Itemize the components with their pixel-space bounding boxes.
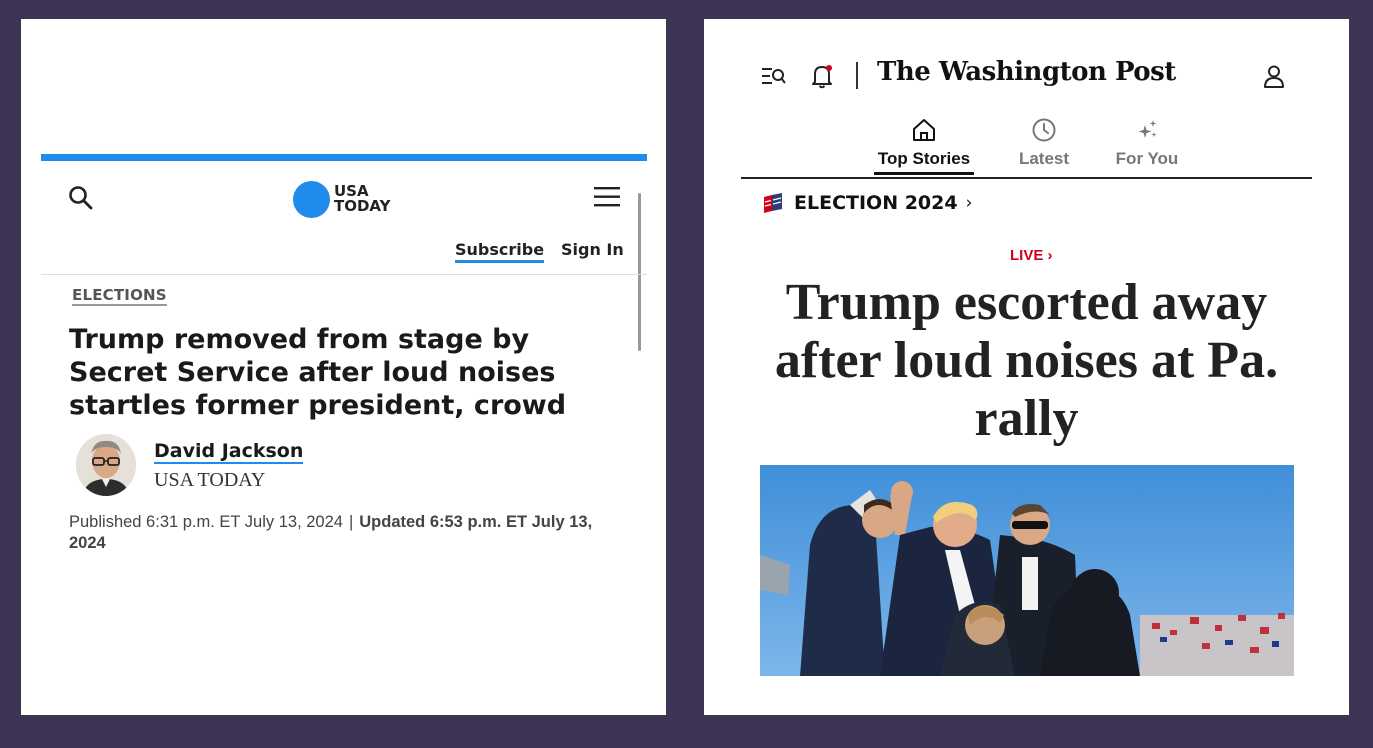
tab-for-you[interactable]: For You (1109, 117, 1185, 169)
search-icon[interactable] (68, 185, 94, 211)
logo-text-line2: TODAY (334, 197, 391, 215)
header-separator (856, 62, 858, 89)
sign-in-link[interactable]: Sign In (561, 240, 624, 259)
date-separator: | (348, 513, 354, 531)
live-badge[interactable]: LIVE › (1010, 247, 1053, 264)
tab-top-stories[interactable]: Top Stories (874, 117, 974, 175)
sparkle-icon (1138, 120, 1157, 138)
washington-post-logo[interactable]: The Washington Post (877, 57, 1176, 87)
user-icon[interactable] (1262, 64, 1286, 88)
section-label: ELECTION 2024 (794, 192, 958, 214)
top-accent-bar (41, 154, 647, 161)
tab-latest[interactable]: Latest (1009, 117, 1079, 169)
tabs-divider (741, 177, 1312, 179)
scrollbar[interactable] (638, 193, 641, 351)
tab-label: Top Stories (877, 149, 971, 168)
published-date: Published 6:31 p.m. ET July 13, 2024 (69, 513, 343, 531)
section-label[interactable]: ELECTIONS (72, 287, 167, 306)
active-tab-indicator (874, 172, 974, 175)
author-avatar[interactable] (76, 434, 136, 496)
hamburger-menu-icon[interactable] (594, 186, 620, 208)
bell-icon[interactable] (810, 63, 834, 89)
usa-today-screenshot: USA TODAY Subscribe Sign In ELECTIONS Tr… (21, 19, 666, 715)
washington-post-screenshot: The Washington Post Top Stories Latest F… (704, 19, 1349, 715)
header-divider (41, 274, 647, 275)
search-menu-icon[interactable] (762, 66, 786, 86)
subscribe-link[interactable]: Subscribe (455, 240, 545, 263)
article-dates: Published 6:31 p.m. ET July 13, 2024 | Upd… (69, 512, 629, 554)
clock-icon (1032, 118, 1056, 142)
article-photo[interactable] (760, 465, 1294, 676)
author-name-link[interactable]: David Jackson (154, 440, 304, 464)
author-outlet: USA TODAY (154, 469, 266, 491)
home-icon (913, 119, 935, 141)
article-headline: Trump removed from stage by Secret Servi… (69, 324, 567, 421)
usa-today-logo[interactable]: USA TODAY (293, 180, 391, 218)
election-2024-section-link[interactable]: ELECTION 2024 › (762, 192, 972, 214)
logo-dot (293, 180, 330, 218)
chevron-right-icon: › (965, 193, 973, 213)
article-headline[interactable]: Trump escorted away after loud noises at… (744, 274, 1309, 448)
tab-label: For You (1115, 149, 1179, 168)
tab-label: Latest (1018, 149, 1070, 168)
flag-icon (764, 193, 782, 213)
